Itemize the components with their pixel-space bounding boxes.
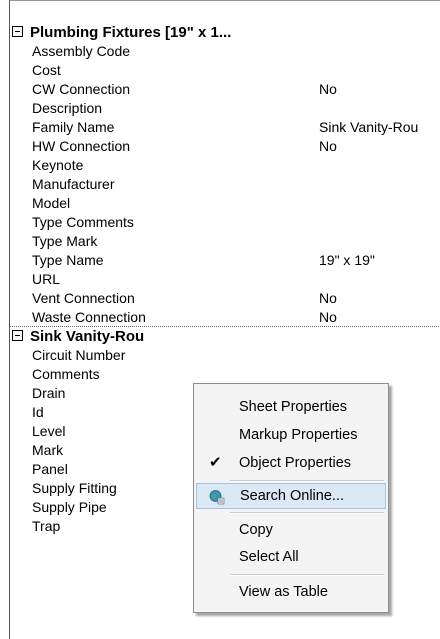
property-row[interactable]: URL <box>10 270 440 289</box>
property-row[interactable]: Comments <box>10 365 440 384</box>
property-name: HW Connection <box>32 138 131 154</box>
property-row[interactable]: CW Connection No <box>10 80 440 99</box>
checkmark-icon: ✔ <box>209 454 222 471</box>
property-name: Description <box>32 100 103 116</box>
property-name: Supply Pipe <box>32 499 107 515</box>
menu-item-sheet-properties[interactable]: Sheet Properties <box>196 394 386 420</box>
property-value: Sink Vanity-Rou <box>319 119 419 135</box>
property-name: Assembly Code <box>32 43 131 59</box>
property-row[interactable]: Cost <box>10 61 440 80</box>
menu-separator <box>230 480 384 482</box>
collapse-toggle-icon[interactable] <box>12 330 23 341</box>
menu-item-label: Copy <box>239 522 273 538</box>
property-value: No <box>319 138 337 154</box>
property-name: Vent Connection <box>32 290 135 306</box>
property-row[interactable]: Assembly Code <box>10 42 440 61</box>
property-name: Type Comments <box>32 214 134 230</box>
property-row[interactable]: HW Connection No <box>10 137 440 156</box>
property-row[interactable]: Type Name 19" x 19" <box>10 251 440 270</box>
menu-item-object-properties[interactable]: ✔ Object Properties <box>196 450 386 476</box>
property-name: Cost <box>32 62 61 78</box>
menu-item-select-all[interactable]: Select All <box>196 544 386 570</box>
property-row[interactable]: Type Comments <box>10 213 440 232</box>
property-name: Model <box>32 195 71 211</box>
property-value: 19" x 19" <box>319 252 375 268</box>
property-name: Type Name <box>32 252 104 268</box>
property-name: Comments <box>32 366 100 382</box>
menu-separator <box>230 512 384 514</box>
property-value: No <box>319 309 337 325</box>
menu-item-copy[interactable]: Copy <box>196 517 386 543</box>
menu-item-label: Sheet Properties <box>239 399 348 415</box>
property-name: URL <box>32 271 61 287</box>
menu-item-label: Markup Properties <box>239 427 358 443</box>
section-title: Sink Vanity-Rou <box>30 328 145 345</box>
property-row[interactable]: Waste Connection No <box>10 308 440 327</box>
menu-item-label: View as Table <box>239 584 328 600</box>
property-name: Waste Connection <box>32 309 146 325</box>
property-value: No <box>319 290 337 306</box>
property-name: Supply Fitting <box>32 480 117 496</box>
property-name: Manufacturer <box>32 176 115 192</box>
property-name: CW Connection <box>32 81 131 97</box>
context-menu: Sheet Properties Markup Properties ✔ Obj… <box>193 383 389 613</box>
property-row[interactable]: Vent Connection No <box>10 289 440 308</box>
property-name: Trap <box>32 518 61 534</box>
menu-item-label: Object Properties <box>239 455 352 471</box>
property-name: Panel <box>32 461 68 477</box>
property-name: Id <box>32 404 44 420</box>
section-title: Plumbing Fixtures [19" x 1... <box>30 24 232 41</box>
menu-item-label: Search Online... <box>240 488 344 504</box>
menu-item-search-online[interactable]: Search Online... <box>196 483 386 509</box>
property-name: Circuit Number <box>32 347 126 363</box>
property-row[interactable]: Type Mark <box>10 232 440 251</box>
property-name: Keynote <box>32 157 84 173</box>
section-header-plumbing-fixtures[interactable]: Plumbing Fixtures [19" x 1... <box>10 23 440 42</box>
property-name: Level <box>32 423 66 439</box>
section-header-sink-vanity[interactable]: Sink Vanity-Rou <box>10 326 440 346</box>
property-name: Mark <box>32 442 64 458</box>
property-name: Type Mark <box>32 233 98 249</box>
property-row[interactable]: Model <box>10 194 440 213</box>
property-name: Family Name <box>32 119 115 135</box>
menu-item-view-as-table[interactable]: View as Table <box>196 579 386 605</box>
property-row[interactable]: Keynote <box>10 156 440 175</box>
property-name: Drain <box>32 385 66 401</box>
property-row[interactable]: Circuit Number <box>10 346 440 365</box>
property-value: No <box>319 81 337 97</box>
menu-item-markup-properties[interactable]: Markup Properties <box>196 422 386 448</box>
property-row[interactable]: Family Name Sink Vanity-Rou <box>10 118 440 137</box>
globe-search-icon <box>209 490 225 505</box>
property-row[interactable]: Manufacturer <box>10 175 440 194</box>
menu-item-label: Select All <box>239 549 299 565</box>
menu-separator <box>230 574 384 576</box>
property-row[interactable]: Description <box>10 99 440 118</box>
collapse-toggle-icon[interactable] <box>12 26 23 37</box>
